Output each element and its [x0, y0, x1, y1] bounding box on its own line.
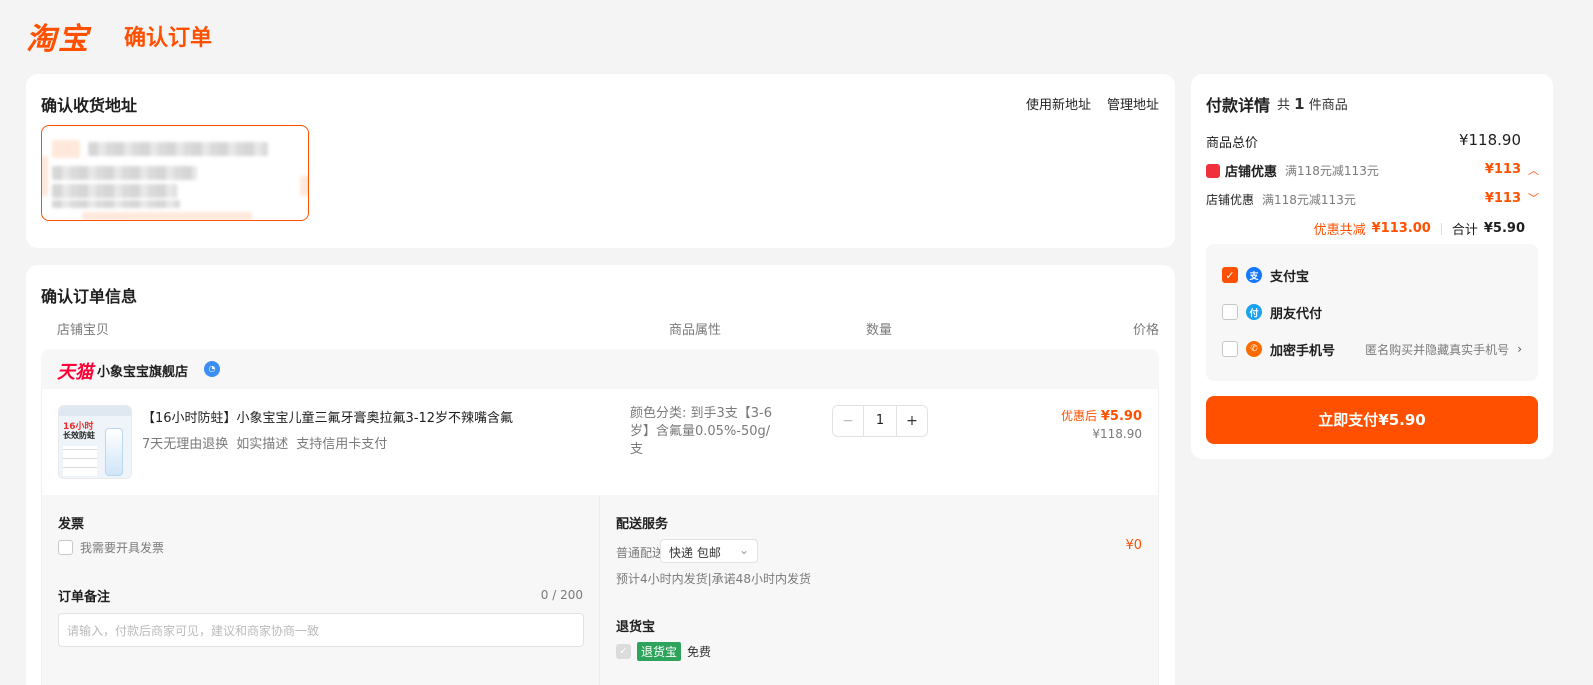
alipay-checkbox[interactable]: ✓ [1222, 267, 1238, 283]
total-value: ¥118.90 [1458, 131, 1521, 149]
order-title: 确认订单信息 [41, 287, 138, 306]
thumb-text-2: 长效防蛀 [63, 431, 95, 440]
delivery-price: ¥0 [1125, 538, 1142, 553]
col-attr: 商品属性 [669, 323, 722, 338]
delivery-label: 普通配送 [616, 546, 665, 560]
shop-discount-label: 店铺优惠 [1225, 165, 1278, 180]
col-price: 价格 [1132, 323, 1159, 338]
qty-minus-button[interactable]: − [833, 413, 863, 429]
delivery-desc: 预计4小时内发货|承诺48小时内发货 [616, 572, 811, 586]
delivery-panel: 配送服务 普通配送 快递 包邮 ⌄ 预计4小时内发货|承诺48小时内发货 ¥0 … [599, 495, 1159, 685]
invoice-option[interactable]: 我需要开具发票 [58, 539, 164, 556]
note-title: 订单备注 [58, 590, 111, 605]
taobao-logo[interactable]: 淘宝 [26, 14, 90, 58]
product-attributes: 颜色分类: 到手3支【3-6岁】含氟量0.05%-50g/支 [630, 406, 773, 457]
product-thumbnail[interactable]: 16小时 长效防蛀 [58, 405, 132, 479]
shield-icon: ✆ [1246, 341, 1262, 357]
use-new-address-link[interactable]: 使用新地址 [1026, 94, 1091, 113]
store-name[interactable]: 小象宝宝旗舰店 [97, 361, 188, 380]
method-encrypted-phone[interactable]: ✆ 加密手机号 匿名购买并隐藏真实手机号 › [1222, 338, 1522, 360]
friend-pay-checkbox[interactable] [1222, 304, 1238, 320]
invoice-title: 发票 [58, 517, 85, 532]
payment-methods: ✓ 支 支付宝 付 朋友代付 ✆ 加密手机号 匿名购买并隐藏真实手机号 › [1206, 244, 1538, 381]
tuihuo-tag: 退货宝 [637, 642, 682, 661]
tag-desc: 如实描述 [236, 437, 289, 452]
pay-now-button[interactable]: 立即支付¥5.90 [1206, 396, 1538, 444]
product-tags: 7天无理由退换 如实描述 支持信用卡支付 [142, 433, 387, 452]
saved-label: 优惠共减 [1313, 223, 1366, 238]
address-title: 确认收货地址 [41, 96, 138, 115]
tuihuo-option: ✓ 退货宝 免费 [616, 642, 711, 661]
manage-address-link[interactable]: 管理地址 [1107, 94, 1159, 113]
page-title: 确认订单 [124, 26, 213, 51]
shop-discount-desc: 满118元减113元 [1285, 164, 1379, 178]
tag-credit: 支持信用卡支付 [296, 437, 388, 452]
shop-icon [1206, 163, 1220, 178]
price-original: ¥118.90 [1092, 427, 1142, 441]
qty-plus-button[interactable]: + [897, 413, 927, 429]
shop-discount2-row: 店铺优惠 满118元减113元 [1206, 191, 1356, 208]
encrypted-phone-checkbox[interactable] [1222, 341, 1238, 357]
order-section: 确认订单信息 店铺宝贝 商品属性 数量 价格 天猫 小象宝宝旗舰店 ◔ 16小时… [26, 265, 1175, 685]
col-item: 店铺宝贝 [57, 323, 110, 338]
invoice-checkbox[interactable] [58, 540, 73, 555]
delivery-option: 快递 包邮 [669, 546, 721, 560]
invoice-note-panel: 发票 我需要开具发票 订单备注 0 / 200 请输入，付款后商家可见，建议和商… [41, 495, 599, 685]
shop-discount-value: ¥113 [1484, 162, 1521, 177]
item-count: 共 1 件商品 [1277, 94, 1348, 113]
note-count: 0 / 200 [540, 588, 583, 602]
method-label: 朋友代付 [1270, 306, 1323, 322]
payment-title: 付款详情 [1206, 96, 1271, 115]
chevron-down-icon[interactable]: ﹀ [1528, 190, 1539, 206]
order-note-input[interactable]: 请输入，付款后商家可见，建议和商家协商一致 [58, 613, 584, 647]
method-friend-pay[interactable]: 付 朋友代付 [1222, 301, 1322, 323]
address-links: 使用新地址 管理地址 [1026, 94, 1159, 113]
price-after-discount: 优惠后 ¥5.90 [1061, 407, 1142, 424]
shop-discount-row[interactable]: 店铺优惠 满118元减113元 [1206, 161, 1379, 180]
chevron-right-icon: › [1517, 342, 1522, 356]
tuihuo-free: 免费 [687, 645, 712, 659]
tuihuo-checkbox: ✓ [616, 644, 631, 659]
friend-pay-icon: 付 [1246, 304, 1262, 320]
method-label: 支付宝 [1270, 269, 1310, 285]
shop-discount2-value: ¥113 [1484, 191, 1521, 206]
total-label: 商品总价 [1206, 136, 1259, 151]
saved-value: ¥113.00 [1371, 221, 1431, 236]
selected-address-card[interactable] [41, 125, 309, 221]
quantity-stepper: − 1 + [832, 405, 928, 437]
tuihuo-title: 退货宝 [616, 620, 656, 635]
address-section: 确认收货地址 使用新地址 管理地址 [26, 74, 1175, 248]
invoice-label: 我需要开具发票 [80, 541, 165, 555]
method-alipay[interactable]: ✓ 支 支付宝 [1222, 264, 1309, 286]
count-suffix: 件商品 [1308, 98, 1348, 113]
delivery-select[interactable]: 快递 包邮 ⌄ [660, 539, 758, 563]
delivery-title: 配送服务 [616, 517, 669, 532]
price-after-value: ¥5.90 [1100, 409, 1142, 424]
store-bar: 天猫 小象宝宝旗舰店 ◔ [41, 349, 1159, 389]
tmall-logo: 天猫 [57, 362, 93, 383]
summary-row: 优惠共减 ¥113.00 合计 ¥5.90 [1314, 219, 1525, 238]
sum-label: 合计 [1451, 223, 1478, 238]
qty-input[interactable]: 1 [863, 406, 897, 436]
chevron-down-icon: ⌄ [738, 543, 749, 557]
product-title[interactable]: 【16小时防蛀】小象宝宝儿童三氟牙膏奥拉氟3-12岁不辣嘴含氟 [142, 407, 513, 426]
divider [1440, 222, 1442, 235]
chevron-up-icon[interactable]: ︿ [1528, 162, 1539, 178]
count-value: 1 [1294, 95, 1305, 113]
method-label: 加密手机号 [1270, 343, 1336, 359]
tag-return: 7天无理由退换 [142, 437, 229, 452]
item-row: 16小时 长效防蛀 【16小时防蛀】小象宝宝儿童三氟牙膏奥拉氟3-12岁不辣嘴含… [41, 389, 1159, 495]
price-after-label: 优惠后 [1061, 409, 1098, 423]
count-prefix: 共 [1277, 98, 1291, 113]
shop-discount2-label: 店铺优惠 [1206, 193, 1255, 207]
alipay-icon: 支 [1246, 267, 1262, 283]
col-qty: 数量 [866, 323, 893, 338]
sum-value: ¥5.90 [1483, 221, 1525, 236]
store-chat-icon[interactable]: ◔ [204, 361, 220, 377]
shop-discount2-desc: 满118元减113元 [1262, 193, 1356, 207]
encrypted-phone-hint: 匿名购买并隐藏真实手机号 [1365, 342, 1510, 357]
payment-section: 付款详情 共 1 件商品 商品总价 ¥118.90 店铺优惠 满118元减113… [1191, 74, 1553, 459]
